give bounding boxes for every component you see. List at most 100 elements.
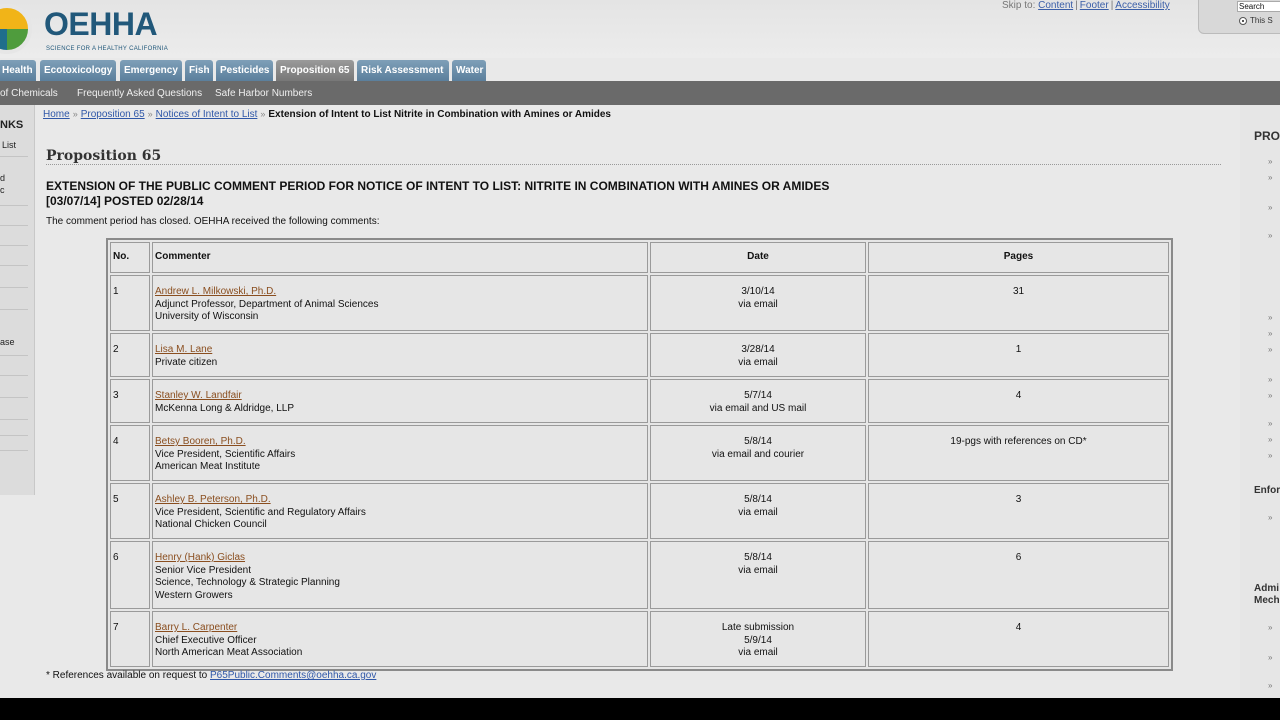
commenter-link[interactable]: Andrew L. Milkowski, Ph.D. (155, 286, 645, 299)
footnote-email-link[interactable]: P65Public.Comments@oehha.ca.gov (210, 670, 376, 681)
pages-cell: 4 (868, 379, 1169, 423)
arrow-icon[interactable]: » (1268, 513, 1272, 522)
arrow-icon[interactable]: » (1268, 345, 1272, 354)
table-header-row: No. Commenter Date Pages (110, 242, 1169, 273)
commenter-link[interactable]: Ashley B. Peterson, Ph.D. (155, 494, 645, 507)
date-cell: 5/8/14 via email (650, 483, 866, 539)
sidebar-divider (0, 419, 28, 420)
sidebar-divider (0, 397, 28, 398)
notice-heading: EXTENSION OF THE PUBLIC COMMENT PERIOD F… (46, 179, 830, 193)
sidebar-divider (0, 355, 28, 356)
commenter-detail: Western Growers (155, 589, 233, 601)
arrow-icon[interactable]: » (1268, 231, 1272, 240)
row-number: 1 (110, 275, 150, 331)
arrow-icon[interactable]: » (1268, 375, 1272, 384)
table-row: 5 Ashley B. Peterson, Ph.D. Vice President… (110, 483, 1169, 539)
table-row: 7 Barry L. Carpenter Chief Executive Offic… (110, 611, 1169, 667)
date-line: via email (738, 647, 778, 658)
tab-water[interactable]: Water (452, 60, 486, 81)
date-cell: 5/8/14 via email and courier (650, 425, 866, 481)
oehha-logo-icon[interactable] (0, 4, 32, 54)
commenter-cell: Betsy Booren, Ph.D. Vice President, Scien… (152, 425, 648, 481)
commenter-detail: McKenna Long & Aldridge, LLP (155, 402, 294, 414)
sidebar-divider (0, 309, 28, 310)
skip-accessibility-link[interactable]: Accessibility (1115, 0, 1169, 11)
arrow-icon[interactable]: » (1268, 623, 1272, 632)
arrow-icon[interactable]: » (1268, 653, 1272, 662)
sub-nav: of Chemicals Frequently Asked Questions … (0, 81, 1280, 105)
tab-health[interactable]: Health (0, 60, 36, 81)
subnav-safe-harbor[interactable]: Safe Harbor Numbers (215, 88, 312, 99)
pages-cell: 19-pgs with references on CD* (868, 425, 1169, 481)
column-header-pages: Pages (868, 242, 1169, 273)
site-tagline: SCIENCE FOR A HEALTHY CALIFORNIA (46, 46, 169, 52)
commenter-link[interactable]: Stanley W. Landfair (155, 390, 645, 403)
arrow-icon[interactable]: » (1268, 203, 1272, 212)
date-line: 5/8/14 (744, 494, 772, 505)
date-line: 5/7/14 (744, 390, 772, 401)
arrow-icon[interactable]: » (1268, 173, 1272, 182)
date-cell: 5/7/14 via email and US mail (650, 379, 866, 423)
commenter-detail: North American Meat Association (155, 647, 303, 658)
notice-date-heading: [03/07/14] POSTED 02/28/14 (46, 194, 204, 208)
arrow-icon[interactable]: » (1268, 681, 1272, 690)
breadcrumb-proposition-65[interactable]: Proposition 65 (81, 109, 145, 120)
arrow-icon[interactable]: » (1268, 451, 1272, 460)
date-cell: 3/28/14 via email (650, 333, 866, 377)
table-row: 4 Betsy Booren, Ph.D. Vice President, Scie… (110, 425, 1169, 481)
table-row: 1 Andrew L. Milkowski, Ph.D. Adjunct Profe… (110, 275, 1169, 331)
column-header-date: Date (650, 242, 866, 273)
row-number: 2 (110, 333, 150, 377)
arrow-icon[interactable]: » (1268, 313, 1272, 322)
search-scope-radio[interactable] (1239, 17, 1247, 25)
footnote: * References available on request to P65… (46, 670, 376, 681)
tab-proposition-65[interactable]: Proposition 65 (276, 60, 354, 81)
left-sidebar-item[interactable]: List (2, 140, 16, 150)
tab-pesticides[interactable]: Pesticides (216, 60, 273, 81)
commenter-cell: Henry (Hank) Giclas Senior Vice President… (152, 541, 648, 609)
commenter-detail: Adjunct Professor, Department of Animal … (155, 298, 379, 310)
tab-emergency[interactable]: Emergency (120, 60, 182, 81)
breadcrumb-separator-icon: » (147, 109, 153, 119)
breadcrumb-home[interactable]: Home (43, 109, 70, 120)
commenter-detail: American Meat Institute (155, 461, 261, 472)
search-input[interactable]: Search (1237, 1, 1280, 12)
skip-footer-link[interactable]: Footer (1080, 0, 1109, 11)
arrow-icon[interactable]: » (1268, 157, 1272, 166)
footnote-text: * References available on request to (46, 670, 210, 681)
subnav-list-of-chemicals[interactable]: of Chemicals (0, 88, 58, 99)
commenter-link[interactable]: Barry L. Carpenter (155, 622, 645, 635)
commenter-link[interactable]: Lisa M. Lane (155, 344, 645, 357)
breadcrumb-separator-icon: » (260, 109, 266, 119)
arrow-icon[interactable]: » (1268, 391, 1272, 400)
sidebar-divider (0, 156, 28, 157)
skip-content-link[interactable]: Content (1038, 0, 1073, 11)
skip-links: Skip to: Content | Footer | Accessibility (1002, 0, 1170, 11)
commenter-link[interactable]: Henry (Hank) Giclas (155, 552, 645, 565)
arrow-icon[interactable]: » (1268, 419, 1272, 428)
breadcrumb-current: Extension of Intent to List Nitrite in C… (268, 109, 611, 120)
page-title: Proposition 65 (46, 148, 162, 164)
arrow-icon[interactable]: » (1268, 329, 1272, 338)
commenter-link[interactable]: Betsy Booren, Ph.D. (155, 436, 645, 449)
row-number: 3 (110, 379, 150, 423)
breadcrumb-notices[interactable]: Notices of Intent to List (156, 109, 258, 120)
commenter-detail: Senior Vice President (155, 564, 251, 576)
left-sidebar-item[interactable]: c (0, 185, 5, 195)
commenter-detail: University of Wisconsin (155, 311, 259, 322)
subnav-faq[interactable]: Frequently Asked Questions (77, 88, 202, 99)
sidebar-divider (0, 287, 28, 288)
pages-cell: 3 (868, 483, 1169, 539)
commenter-detail: Private citizen (155, 356, 218, 368)
left-sidebar-item[interactable]: d (0, 173, 5, 183)
left-sidebar-item[interactable]: ase (0, 337, 15, 347)
arrow-icon[interactable]: » (1268, 435, 1272, 444)
tab-risk-assessment[interactable]: Risk Assessment (357, 60, 449, 81)
table-row: 6 Henry (Hank) Giclas Senior Vice Presiden… (110, 541, 1169, 609)
commenter-detail: Vice President, Scientific and Regulator… (155, 506, 366, 518)
site-logo-text[interactable]: OEHHA (44, 6, 158, 43)
tab-ecotoxicology[interactable]: Ecotoxicology (40, 60, 116, 81)
tab-fish[interactable]: Fish (185, 60, 213, 81)
page: OEHHA SCIENCE FOR A HEALTHY CALIFORNIA S… (0, 0, 1280, 698)
skip-label: Skip to: (1002, 0, 1036, 11)
